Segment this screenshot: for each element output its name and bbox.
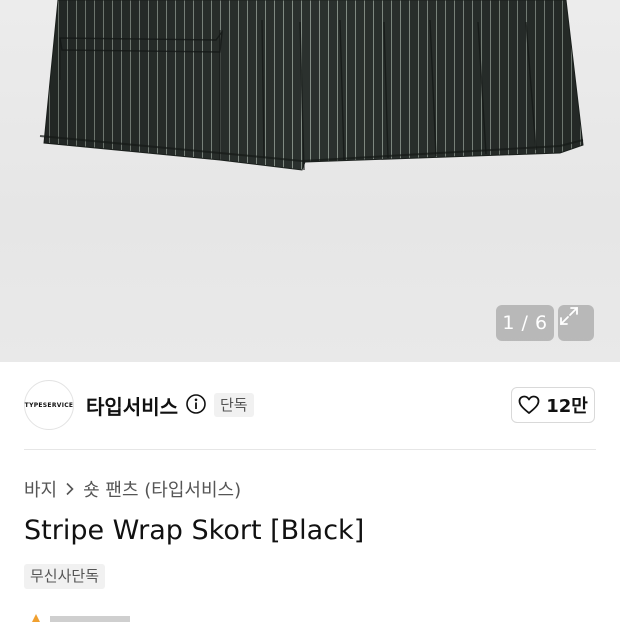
product-title: Stripe Wrap Skort [Black] — [24, 515, 365, 546]
product-tag: 무신사단독 — [24, 564, 106, 589]
expand-icon — [560, 307, 578, 325]
chevron-right-icon — [66, 482, 74, 496]
product-image-gallery[interactable]: 1 / 6 — [0, 0, 620, 362]
image-counter: 1 / 6 — [496, 305, 554, 341]
exclusive-badge: 단독 — [214, 393, 254, 417]
brand-name[interactable]: 타입서비스 — [86, 391, 178, 420]
breadcrumb-category[interactable]: 바지 — [24, 476, 57, 502]
heart-icon — [518, 395, 540, 414]
like-button[interactable]: 12만 — [511, 387, 595, 423]
brand-logo-text: TYPESERVICE — [24, 401, 74, 409]
info-icon[interactable] — [185, 393, 207, 419]
like-count: 12만 — [546, 396, 588, 417]
divider — [24, 449, 596, 450]
cut-off-row — [32, 614, 130, 622]
brand-row: TYPESERVICE 타입서비스 단독 12만 — [0, 380, 620, 434]
breadcrumb: 바지 숏 팬츠 (타입서비스) — [24, 476, 241, 502]
expand-button[interactable] — [558, 305, 594, 341]
brand-logo[interactable]: TYPESERVICE — [24, 380, 74, 430]
breadcrumb-subcategory[interactable]: 숏 팬츠 (타입서비스) — [83, 476, 241, 502]
